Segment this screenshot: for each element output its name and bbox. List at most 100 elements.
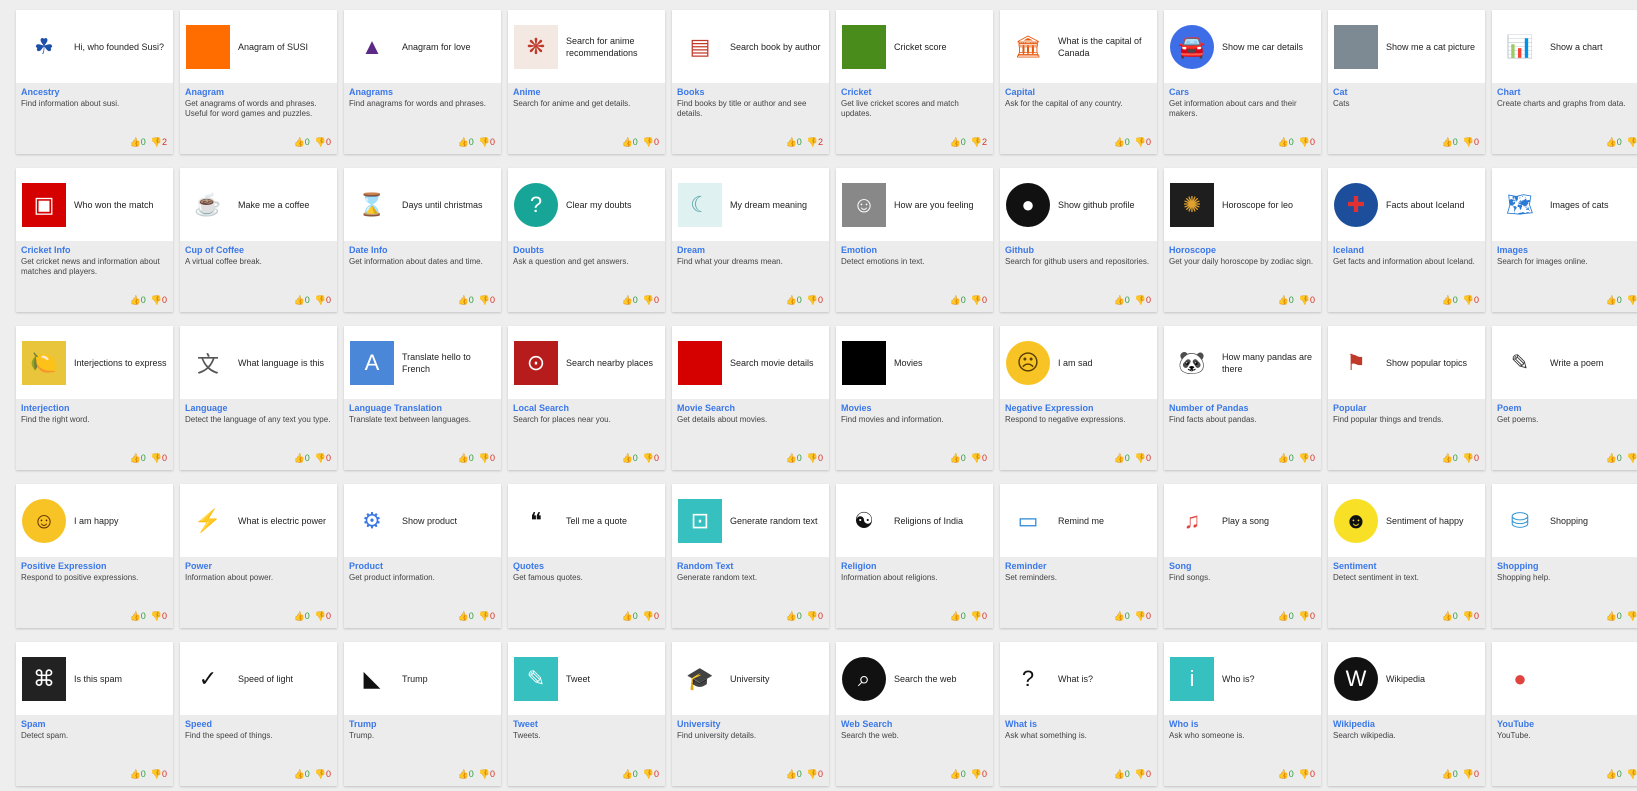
thumbs-down-icon[interactable]: 👎0	[1463, 453, 1479, 464]
skill-name-link[interactable]: Trump	[349, 719, 496, 729]
thumbs-down-icon[interactable]: 👎2	[151, 137, 167, 148]
thumbs-up-icon[interactable]: 👍0	[950, 769, 966, 780]
thumbs-down-icon[interactable]: 👎0	[315, 769, 331, 780]
skill-name-link[interactable]: Shopping	[1497, 561, 1637, 571]
skill-name-link[interactable]: Local Search	[513, 403, 660, 413]
thumbs-down-icon[interactable]: 👎0	[1627, 453, 1637, 464]
thumbs-down-icon[interactable]: 👎0	[1463, 769, 1479, 780]
thumbs-up-icon[interactable]: 👍0	[622, 453, 638, 464]
thumbs-down-icon[interactable]: 👎0	[1627, 769, 1637, 780]
skill-card[interactable]: ▣ Who won the match Cricket Info Get cricke…	[16, 168, 173, 312]
skill-name-link[interactable]: Quotes	[513, 561, 660, 571]
thumbs-down-icon[interactable]: 👎0	[1627, 295, 1637, 306]
thumbs-down-icon[interactable]: 👎0	[1299, 453, 1315, 464]
thumbs-up-icon[interactable]: 👍0	[1278, 295, 1294, 306]
skill-card[interactable]: ❝ Tell me a quote Quotes Get famous quotes.…	[508, 484, 665, 628]
skill-card[interactable]: ▬ Search movie details Movie Search Get det…	[672, 326, 829, 470]
skill-card[interactable]: ▬ Show me a cat picture Cat Cats 👍0 👎0	[1328, 10, 1485, 154]
skill-card[interactable]: ▲ Anagram for love Anagrams Find anagrams f…	[344, 10, 501, 154]
skill-name-link[interactable]: Cup of Coffee	[185, 245, 332, 255]
thumbs-down-icon[interactable]: 👎0	[643, 453, 659, 464]
skill-card[interactable]: ♫ Play a song Song Find songs. 👍0 👎0	[1164, 484, 1321, 628]
thumbs-up-icon[interactable]: 👍0	[786, 453, 802, 464]
skill-name-link[interactable]: YouTube	[1497, 719, 1637, 729]
thumbs-down-icon[interactable]: 👎0	[1299, 137, 1315, 148]
skill-name-link[interactable]: Spam	[21, 719, 168, 729]
thumbs-up-icon[interactable]: 👍0	[130, 137, 146, 148]
thumbs-up-icon[interactable]: 👍0	[950, 137, 966, 148]
skill-card[interactable]: ⌘ Is this spam Spam Detect spam. 👍0 👎0	[16, 642, 173, 786]
skill-card[interactable]: ☻ Sentiment of happy Sentiment Detect senti…	[1328, 484, 1485, 628]
skill-card[interactable]: ✓ Speed of light Speed Find the speed of th…	[180, 642, 337, 786]
thumbs-up-icon[interactable]: 👍0	[1606, 137, 1622, 148]
skill-name-link[interactable]: Images	[1497, 245, 1637, 255]
skill-card[interactable]: ☕ Make me a coffee Cup of Coffee A virtual …	[180, 168, 337, 312]
skill-card[interactable]: ⚑ Show popular topics Popular Find popular …	[1328, 326, 1485, 470]
skill-name-link[interactable]: Chart	[1497, 87, 1637, 97]
skill-name-link[interactable]: Anime	[513, 87, 660, 97]
thumbs-down-icon[interactable]: 👎0	[643, 295, 659, 306]
skill-name-link[interactable]: Capital	[1005, 87, 1152, 97]
thumbs-down-icon[interactable]: 👎0	[971, 769, 987, 780]
skill-name-link[interactable]: Web Search	[841, 719, 988, 729]
thumbs-down-icon[interactable]: 👎0	[971, 295, 987, 306]
skill-name-link[interactable]: Doubts	[513, 245, 660, 255]
skill-card[interactable]: i Who is? Who is Ask who someone is. 👍0 👎0	[1164, 642, 1321, 786]
skill-card[interactable]: ▬ Cricket score Cricket Get live cricket sc…	[836, 10, 993, 154]
thumbs-up-icon[interactable]: 👍0	[294, 453, 310, 464]
skill-card[interactable]: ● YouTube YouTube. 👍0 👎0	[1492, 642, 1637, 786]
thumbs-down-icon[interactable]: 👎0	[971, 611, 987, 622]
thumbs-up-icon[interactable]: 👍0	[1606, 611, 1622, 622]
thumbs-up-icon[interactable]: 👍0	[294, 137, 310, 148]
thumbs-down-icon[interactable]: 👎0	[1299, 295, 1315, 306]
thumbs-up-icon[interactable]: 👍0	[1114, 453, 1130, 464]
thumbs-up-icon[interactable]: 👍0	[950, 295, 966, 306]
thumbs-down-icon[interactable]: 👎0	[151, 295, 167, 306]
thumbs-up-icon[interactable]: 👍0	[622, 295, 638, 306]
skill-name-link[interactable]: Emotion	[841, 245, 988, 255]
thumbs-up-icon[interactable]: 👍0	[1442, 611, 1458, 622]
skill-card[interactable]: 🚘 Show me car details Cars Get information …	[1164, 10, 1321, 154]
thumbs-down-icon[interactable]: 👎0	[151, 769, 167, 780]
skill-name-link[interactable]: Cars	[1169, 87, 1316, 97]
thumbs-down-icon[interactable]: 👎0	[807, 295, 823, 306]
thumbs-up-icon[interactable]: 👍0	[130, 769, 146, 780]
thumbs-up-icon[interactable]: 👍0	[786, 137, 802, 148]
skill-card[interactable]: ☯ Religions of India Religion Information a…	[836, 484, 993, 628]
thumbs-up-icon[interactable]: 👍0	[1278, 769, 1294, 780]
thumbs-up-icon[interactable]: 👍0	[294, 295, 310, 306]
thumbs-up-icon[interactable]: 👍0	[130, 453, 146, 464]
thumbs-up-icon[interactable]: 👍0	[1278, 611, 1294, 622]
skill-name-link[interactable]: Cricket	[841, 87, 988, 97]
skill-card[interactable]: ⊙ Search nearby places Local Search Search …	[508, 326, 665, 470]
skill-name-link[interactable]: Anagram	[185, 87, 332, 97]
thumbs-up-icon[interactable]: 👍0	[622, 769, 638, 780]
thumbs-up-icon[interactable]: 👍0	[1606, 295, 1622, 306]
thumbs-up-icon[interactable]: 👍0	[1442, 295, 1458, 306]
skill-card[interactable]: 🍋 Interjections to express Interjection Fin…	[16, 326, 173, 470]
thumbs-up-icon[interactable]: 👍0	[1114, 295, 1130, 306]
thumbs-up-icon[interactable]: 👍0	[786, 295, 802, 306]
skill-card[interactable]: ☺ How are you feeling Emotion Detect emotio…	[836, 168, 993, 312]
skill-card[interactable]: ⌕ Search the web Web Search Search the web.…	[836, 642, 993, 786]
thumbs-down-icon[interactable]: 👎2	[807, 137, 823, 148]
skill-card[interactable]: ⚡ What is electric power Power Information …	[180, 484, 337, 628]
thumbs-up-icon[interactable]: 👍0	[1278, 453, 1294, 464]
thumbs-down-icon[interactable]: 👎0	[315, 295, 331, 306]
skill-card[interactable]: ☘ Hi, who founded Susi? Ancestry Find infor…	[16, 10, 173, 154]
thumbs-down-icon[interactable]: 👎0	[1627, 137, 1637, 148]
skill-name-link[interactable]: Anagrams	[349, 87, 496, 97]
thumbs-up-icon[interactable]: 👍0	[130, 295, 146, 306]
skill-name-link[interactable]: Popular	[1333, 403, 1480, 413]
thumbs-down-icon[interactable]: 👎0	[643, 611, 659, 622]
thumbs-up-icon[interactable]: 👍0	[1114, 611, 1130, 622]
skill-card[interactable]: 🏛 What is the capital of Canada Capital Ask…	[1000, 10, 1157, 154]
thumbs-down-icon[interactable]: 👎0	[807, 453, 823, 464]
skill-name-link[interactable]: Language Translation	[349, 403, 496, 413]
skill-name-link[interactable]: Movie Search	[677, 403, 824, 413]
thumbs-down-icon[interactable]: 👎0	[315, 611, 331, 622]
skill-card[interactable]: ■ Movies Movies Find movies and information…	[836, 326, 993, 470]
skill-name-link[interactable]: Random Text	[677, 561, 824, 571]
thumbs-down-icon[interactable]: 👎0	[1135, 611, 1151, 622]
skill-name-link[interactable]: Who is	[1169, 719, 1316, 729]
